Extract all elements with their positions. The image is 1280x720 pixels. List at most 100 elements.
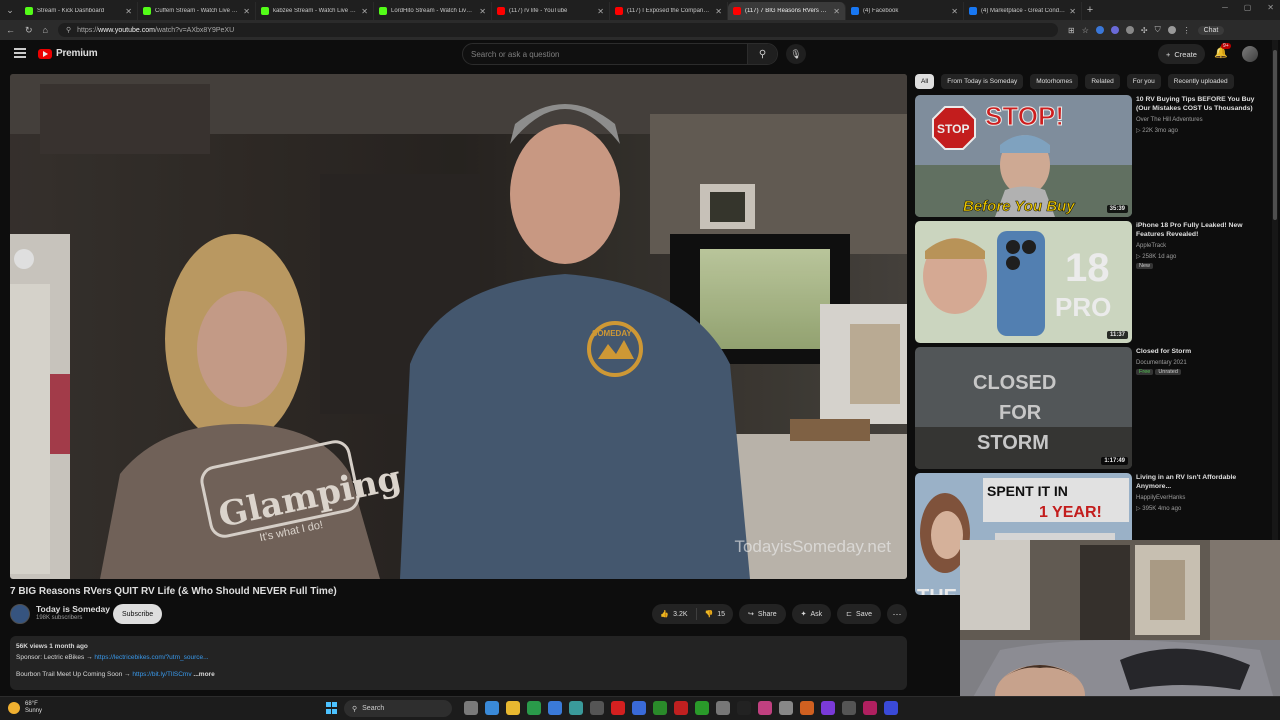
show-more-link[interactable]: ...more <box>193 671 214 678</box>
close-tab-icon[interactable]: ✕ <box>715 7 722 16</box>
channel-avatar[interactable] <box>10 604 30 624</box>
app-icon[interactable] <box>590 701 604 715</box>
voice-search-button[interactable]: 🎙 <box>786 44 806 64</box>
close-tab-icon[interactable]: ✕ <box>125 7 132 16</box>
chrome-icon[interactable] <box>548 701 562 715</box>
app-icon[interactable] <box>716 701 730 715</box>
close-tab-icon[interactable]: ✕ <box>597 7 604 16</box>
recommendation-channel[interactable]: Over The Hill Adventures <box>1136 117 1203 123</box>
hamburger-menu-icon[interactable] <box>14 48 26 58</box>
close-tab-icon[interactable]: ✕ <box>243 7 250 16</box>
menu-dots-icon[interactable]: ⋮ <box>1183 26 1191 35</box>
close-window-icon[interactable]: ✕ <box>1267 3 1274 12</box>
channel-name[interactable]: Today is Someday <box>36 604 110 614</box>
recommendation-item[interactable]: STOP STOP! Before You Buy 35:39 10 RV Bu… <box>915 95 1265 217</box>
browser-tab[interactable]: (4) Facebook ✕ <box>846 2 964 20</box>
home-icon[interactable]: ⌂ <box>43 25 48 35</box>
create-button[interactable]: + Create <box>1158 44 1205 64</box>
profile-icon[interactable] <box>1167 26 1176 34</box>
site-info-icon[interactable]: ⚲ <box>66 26 71 34</box>
browser-tab[interactable]: Stream - Kick Dashboard ✕ <box>20 2 138 20</box>
xbox-icon[interactable] <box>653 701 667 715</box>
app-icon[interactable] <box>632 701 646 715</box>
weather-widget[interactable]: 68°F Sunny <box>8 701 42 715</box>
app-icon[interactable] <box>863 701 877 715</box>
reload-icon[interactable]: ↻ <box>25 25 33 36</box>
minimize-icon[interactable]: ─ <box>1222 3 1228 12</box>
scrollbar-thumb[interactable] <box>1273 50 1277 220</box>
shield-icon[interactable]: ⛉ <box>1155 25 1161 35</box>
recommendation-title[interactable]: Closed for Storm <box>1136 347 1264 356</box>
address-bar[interactable]: ⚲ https://www.youtube.com/watch?v=AXbx8Y… <box>57 23 1058 37</box>
store-icon[interactable] <box>527 701 541 715</box>
extension-icon[interactable] <box>1110 26 1119 34</box>
recommendation-item[interactable]: CLOSED FOR STORM 1:17:49 Closed for Stor… <box>915 347 1265 469</box>
recommendation-channel[interactable]: HappilyEverHanks <box>1136 495 1185 501</box>
windows-start-icon[interactable] <box>326 702 338 714</box>
search-button[interactable]: ⚲ <box>747 44 777 64</box>
app-icon[interactable] <box>800 701 814 715</box>
browser-tab[interactable]: (117) 7 BIG Reasons RVers QUIT ✕ <box>728 2 846 20</box>
tab-search-icon[interactable]: ⌄ <box>0 0 20 20</box>
filter-chip[interactable]: All <box>915 74 935 89</box>
video-thumbnail[interactable]: 18 PRO 11:37 <box>915 221 1132 343</box>
save-button[interactable]: ⊏ Save <box>837 604 881 624</box>
app-icon[interactable] <box>842 701 856 715</box>
close-tab-icon[interactable]: ✕ <box>361 7 368 16</box>
video-player[interactable]: Glamping It's what I do! SOMEDAY Todayis… <box>10 74 907 579</box>
filter-chip[interactable]: Recently uploaded <box>1167 74 1234 89</box>
browser-tab[interactable]: Cuffem Stream - Watch Live on Kick ✕ <box>138 2 256 20</box>
filter-chip[interactable]: Motorhomes <box>1030 74 1079 89</box>
youtube-icon[interactable] <box>611 701 625 715</box>
app-icon[interactable] <box>695 701 709 715</box>
recommendation-title[interactable]: iPhone 18 Pro Fully Leaked! New Features… <box>1136 221 1264 239</box>
extension-icon[interactable] <box>1095 26 1104 34</box>
video-thumbnail[interactable]: CLOSED FOR STORM 1:17:49 <box>915 347 1132 469</box>
account-avatar[interactable] <box>1242 46 1258 62</box>
subscribe-button[interactable]: Subscribe <box>113 604 163 624</box>
meetup-link[interactable]: https://bit.ly/TllSCmv <box>132 671 191 678</box>
new-tab-button[interactable]: + <box>1082 4 1098 16</box>
chat-button[interactable]: Chat <box>1197 25 1225 35</box>
dislike-button[interactable]: 👎 15 <box>697 604 734 624</box>
puzzle-icon[interactable]: ✣ <box>1141 26 1148 35</box>
extension-icon[interactable] <box>1125 26 1134 34</box>
folder-icon[interactable] <box>506 701 520 715</box>
app-icon[interactable] <box>884 701 898 715</box>
close-tab-icon[interactable]: ✕ <box>951 7 958 16</box>
tiktok-icon[interactable] <box>758 701 772 715</box>
search-input[interactable] <box>463 49 747 59</box>
youtube-logo[interactable]: Premium <box>38 48 98 59</box>
widgets-icon[interactable] <box>464 701 478 715</box>
sponsor-link[interactable]: https://lectricebikes.com/?utm_source... <box>94 654 208 661</box>
browser-tab[interactable]: kabzee Stream - Watch Live on Kick ✕ <box>256 2 374 20</box>
notifications-button[interactable]: 🔔 9+ <box>1214 43 1231 59</box>
browser-tab[interactable]: LordHito Stream - Watch Live on Kick ✕ <box>374 2 492 20</box>
recommendation-title[interactable]: Living in an RV Isn't Affordable Anymore… <box>1136 473 1264 491</box>
app-icon[interactable] <box>674 701 688 715</box>
share-button[interactable]: ↪ Share <box>739 604 786 624</box>
app-icon[interactable] <box>821 701 835 715</box>
more-actions-button[interactable]: ⋯ <box>887 604 907 624</box>
browser-tab[interactable]: (117) I Exposed the Company Spying ✕ <box>610 2 728 20</box>
edge-icon[interactable] <box>485 701 499 715</box>
close-tab-icon[interactable]: ✕ <box>479 7 486 16</box>
like-button[interactable]: 👍 3.2K <box>652 604 695 624</box>
ask-button[interactable]: ✦ Ask <box>791 604 832 624</box>
app-icon[interactable] <box>569 701 583 715</box>
browser-tab[interactable]: (4) Marketplace - Great Condition ✕ <box>964 2 1082 20</box>
filter-chip[interactable]: For you <box>1126 74 1161 89</box>
browser-tab[interactable]: (117) rv life - YouTube ✕ <box>492 2 610 20</box>
recommendation-channel[interactable]: Documentary 2021 <box>1136 360 1187 366</box>
video-thumbnail[interactable]: STOP STOP! Before You Buy 35:39 <box>915 95 1132 217</box>
close-tab-icon[interactable]: ✕ <box>833 7 840 16</box>
maximize-icon[interactable]: ▢ <box>1244 3 1252 12</box>
filter-chip[interactable]: From Today is Someday <box>941 74 1024 89</box>
filter-chip[interactable]: Related <box>1085 74 1120 89</box>
taskbar-search[interactable]: ⚲ Search <box>344 700 452 717</box>
close-tab-icon[interactable]: ✕ <box>1069 7 1076 16</box>
recommendation-channel[interactable]: AppleTrack <box>1136 243 1166 249</box>
video-description[interactable]: 56K views 1 month ago Sponsor: Lectric e… <box>10 636 907 690</box>
install-icon[interactable]: ⊞ <box>1068 26 1075 35</box>
app-icon[interactable] <box>779 701 793 715</box>
